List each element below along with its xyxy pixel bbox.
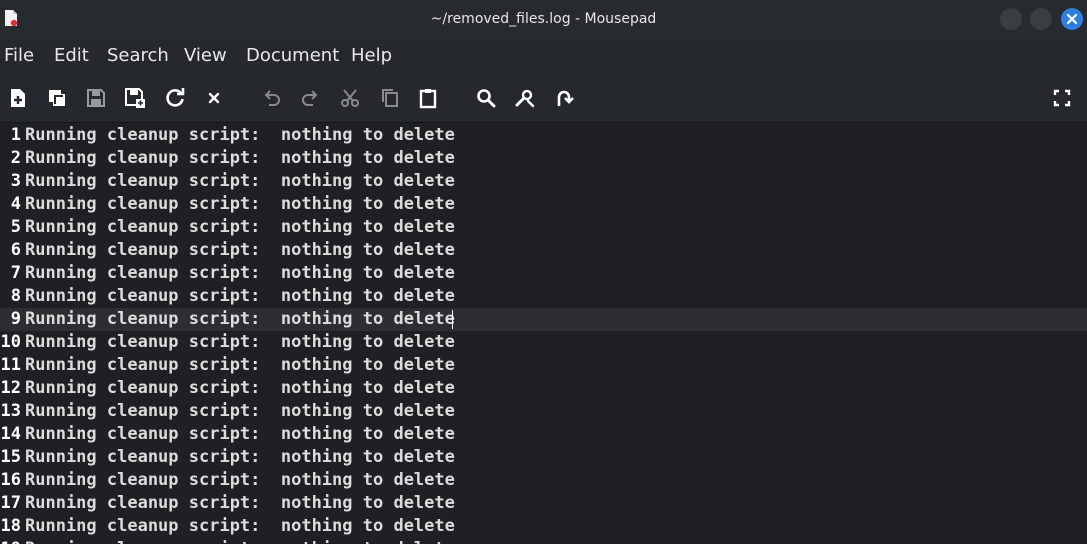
line-text[interactable]: Running cleanup script: nothing to delet…: [25, 538, 455, 544]
line-text[interactable]: Running cleanup script: nothing to delet…: [25, 446, 455, 469]
title-bar[interactable]: ~/removed_files.log - Mousepad: [0, 0, 1087, 38]
line-number: 9: [10, 309, 21, 329]
editor-line[interactable]: 13 Running cleanup script: nothing to del…: [0, 400, 1087, 423]
maximize-button[interactable]: [1030, 8, 1052, 30]
line-number: 11: [0, 355, 21, 375]
line-text[interactable]: Running cleanup script: nothing to delet…: [25, 124, 455, 147]
line-text[interactable]: Running cleanup script: nothing to delet…: [25, 193, 455, 216]
toolbar: [0, 74, 1087, 123]
editor-line[interactable]: 14 Running cleanup script: nothing to del…: [0, 423, 1087, 446]
editor-line[interactable]: 8 Running cleanup script: nothing to dele…: [0, 285, 1087, 308]
line-text[interactable]: Running cleanup script: nothing to delet…: [25, 400, 455, 423]
editor-line[interactable]: 10 Running cleanup script: nothing to del…: [0, 331, 1087, 354]
line-number: 2: [10, 148, 21, 168]
line-text[interactable]: Running cleanup script: nothing to delet…: [25, 492, 455, 515]
go-to-line-icon[interactable]: [552, 86, 576, 110]
menu-bar: File Edit Search View Document Help: [0, 38, 1087, 74]
line-number: 19: [0, 538, 21, 544]
menu-view[interactable]: View: [184, 38, 227, 74]
menu-help[interactable]: Help: [351, 38, 392, 74]
editor-line[interactable]: 4 Running cleanup script: nothing to dele…: [0, 193, 1087, 216]
line-number: 14: [0, 424, 21, 444]
minimize-button[interactable]: [1000, 8, 1022, 30]
line-number: 8: [10, 286, 21, 306]
mousepad-window: ~/removed_files.log - Mousepad File Edit…: [0, 0, 1087, 544]
fullscreen-icon[interactable]: [1050, 86, 1074, 110]
editor-line[interactable]: 17 Running cleanup script: nothing to del…: [0, 492, 1087, 515]
editor-line[interactable]: 16 Running cleanup script: nothing to del…: [0, 469, 1087, 492]
line-number: 15: [0, 447, 21, 467]
line-text[interactable]: Running cleanup script: nothing to delet…: [25, 308, 455, 331]
close-document-icon[interactable]: [202, 86, 226, 110]
undo-icon[interactable]: [260, 86, 284, 110]
paste-icon[interactable]: [416, 86, 440, 110]
editor-line[interactable]: 18 Running cleanup script: nothing to del…: [0, 515, 1087, 538]
line-number: 7: [10, 263, 21, 283]
text-editor[interactable]: 1 Running cleanup script: nothing to dele…: [0, 123, 1087, 544]
editor-line[interactable]: 5 Running cleanup script: nothing to dele…: [0, 216, 1087, 239]
line-number: 17: [0, 493, 21, 513]
copy-icon[interactable]: [378, 86, 402, 110]
line-number: 5: [10, 217, 21, 237]
line-text[interactable]: Running cleanup script: nothing to delet…: [25, 170, 455, 193]
menu-edit[interactable]: Edit: [54, 38, 89, 74]
editor-line[interactable]: 15 Running cleanup script: nothing to del…: [0, 446, 1087, 469]
redo-icon[interactable]: [298, 86, 322, 110]
reload-icon[interactable]: [163, 86, 187, 110]
editor-line[interactable]: 1 Running cleanup script: nothing to dele…: [0, 124, 1087, 147]
line-text[interactable]: Running cleanup script: nothing to delet…: [25, 331, 455, 354]
menu-document[interactable]: Document: [246, 38, 339, 74]
find-replace-icon[interactable]: [513, 86, 537, 110]
new-document-icon[interactable]: [6, 86, 30, 110]
line-number: 3: [10, 171, 21, 191]
menu-search[interactable]: Search: [107, 38, 169, 74]
editor-line[interactable]: 6 Running cleanup script: nothing to dele…: [0, 239, 1087, 262]
line-number: 10: [0, 332, 21, 352]
editor-line[interactable]: 19 Running cleanup script: nothing to del…: [0, 538, 1087, 544]
close-icon: [1066, 13, 1078, 25]
current-line[interactable]: 9 Running cleanup script: nothing to dele…: [0, 308, 1087, 331]
save-icon[interactable]: [84, 86, 108, 110]
line-text[interactable]: Running cleanup script: nothing to delet…: [25, 469, 455, 492]
line-text[interactable]: Running cleanup script: nothing to delet…: [25, 377, 455, 400]
close-window-button[interactable]: [1061, 8, 1083, 30]
line-number: 16: [0, 470, 21, 490]
line-text[interactable]: Running cleanup script: nothing to delet…: [25, 239, 455, 262]
menu-file[interactable]: File: [4, 38, 34, 74]
editor-line[interactable]: 3 Running cleanup script: nothing to dele…: [0, 170, 1087, 193]
cut-icon[interactable]: [338, 86, 362, 110]
editor-line[interactable]: 11 Running cleanup script: nothing to del…: [0, 354, 1087, 377]
line-text[interactable]: Running cleanup script: nothing to delet…: [25, 285, 455, 308]
line-number: 13: [0, 401, 21, 421]
line-number: 4: [10, 194, 21, 214]
line-text[interactable]: Running cleanup script: nothing to delet…: [25, 216, 455, 239]
line-number: 1: [10, 125, 21, 145]
line-text[interactable]: Running cleanup script: nothing to delet…: [25, 262, 455, 285]
line-text[interactable]: Running cleanup script: nothing to delet…: [25, 354, 455, 377]
find-icon[interactable]: [474, 86, 498, 110]
line-text[interactable]: Running cleanup script: nothing to delet…: [25, 423, 455, 446]
text-cursor: [452, 310, 453, 329]
save-as-icon[interactable]: [123, 86, 147, 110]
new-window-icon[interactable]: [45, 86, 69, 110]
editor-line[interactable]: 7 Running cleanup script: nothing to dele…: [0, 262, 1087, 285]
editor-line[interactable]: 12 Running cleanup script: nothing to del…: [0, 377, 1087, 400]
line-text[interactable]: Running cleanup script: nothing to delet…: [25, 147, 455, 170]
line-number: 18: [0, 516, 21, 536]
window-title: ~/removed_files.log - Mousepad: [430, 11, 657, 27]
line-number: 6: [10, 240, 21, 260]
line-number: 12: [0, 378, 21, 398]
line-text[interactable]: Running cleanup script: nothing to delet…: [25, 515, 455, 538]
editor-line[interactable]: 2 Running cleanup script: nothing to dele…: [0, 147, 1087, 170]
